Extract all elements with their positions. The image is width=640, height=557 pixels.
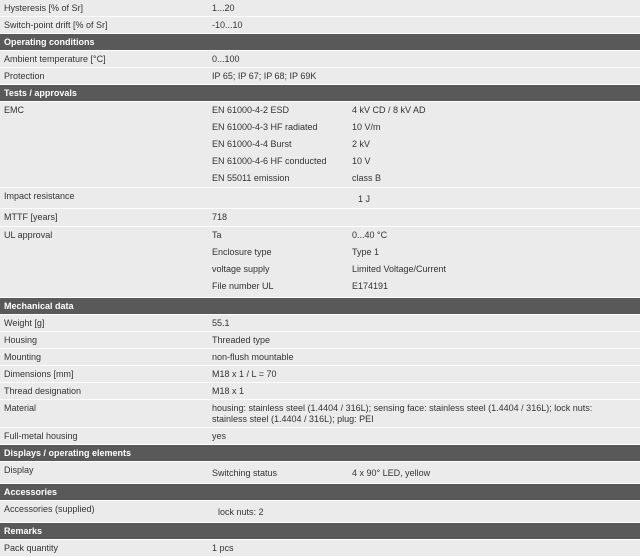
ul-item: voltage supply Limited Voltage/Current: [212, 261, 640, 278]
section-accessories: Accessories: [0, 484, 640, 501]
emc-value: 10 V/m: [352, 122, 381, 132]
row-full-metal-housing: Full-metal housing yes: [0, 428, 640, 445]
row-ul-approval: UL approval Ta 0...40 °C Enclosure type …: [0, 227, 640, 298]
row-material: Material housing: stainless steel (1.440…: [0, 400, 640, 428]
row-switch-point-drift: Switch-point drift [% of Sr] -10...10: [0, 17, 640, 34]
ul-details: Ta 0...40 °C Enclosure type Type 1 volta…: [212, 227, 640, 295]
ul-key: File number UL: [212, 281, 274, 291]
row-label: Switch-point drift [% of Sr]: [4, 20, 108, 30]
emc-value: 2 kV: [352, 139, 371, 149]
row-label: MTTF [years]: [4, 212, 58, 222]
row-mounting: Mounting non-flush mountable: [0, 349, 640, 366]
row-label: Thread designation: [4, 386, 82, 396]
ul-key: Enclosure type: [212, 247, 272, 257]
row-value: lock nuts: 2: [218, 507, 264, 517]
row-value: 1 J: [358, 194, 371, 204]
ul-value: 0...40 °C: [352, 230, 388, 240]
row-accessories-supplied: Accessories (supplied) lock nuts: 2: [0, 501, 640, 523]
ul-item: File number UL E174191: [212, 278, 640, 295]
row-weight: Weight [g] 55.1: [0, 315, 640, 332]
row-value: yes: [212, 431, 227, 441]
emc-value: 10 V: [352, 156, 371, 166]
row-value: Threaded type: [212, 335, 271, 345]
display-details: Switching status 4 x 90° LED, yellow: [212, 462, 640, 482]
emc-standard: EN 61000-4-4 Burst: [212, 139, 292, 149]
row-value: 1...20: [212, 3, 235, 13]
emc-value: class B: [352, 173, 382, 183]
row-label: Pack quantity: [4, 543, 59, 553]
ul-key: voltage supply: [212, 264, 270, 274]
row-value: 0...100: [212, 54, 240, 64]
row-label: UL approval: [4, 230, 53, 240]
ul-key: Ta: [212, 230, 222, 240]
display-value: 4 x 90° LED, yellow: [352, 468, 431, 478]
row-display: Display Switching status 4 x 90° LED, ye…: [0, 462, 640, 484]
row-value: non-flush mountable: [212, 352, 294, 362]
emc-item: EN 61000-4-2 ESD 4 kV CD / 8 kV AD: [212, 102, 640, 119]
row-label: EMC: [4, 105, 24, 115]
row-value: housing: stainless steel (1.4404 / 316L)…: [212, 403, 593, 424]
row-label: Protection: [4, 71, 45, 81]
emc-standard: EN 61000-4-2 ESD: [212, 105, 290, 115]
emc-item: EN 61000-4-4 Burst 2 kV: [212, 136, 640, 153]
emc-standard: EN 55011 emission: [212, 173, 290, 183]
row-protection: Protection IP 65; IP 67; IP 68; IP 69K: [0, 68, 640, 85]
row-housing: Housing Threaded type: [0, 332, 640, 349]
row-value: 718: [212, 212, 228, 222]
row-label: Display: [4, 465, 34, 475]
emc-item: EN 61000-4-3 HF radiated 10 V/m: [212, 119, 640, 136]
row-impact-resistance: Impact resistance 1 J: [0, 188, 640, 209]
ul-value: Limited Voltage/Current: [352, 264, 447, 274]
section-remarks: Remarks: [0, 523, 640, 540]
ul-item: Enclosure type Type 1: [212, 244, 640, 261]
emc-standard: EN 61000-4-3 HF radiated: [212, 122, 318, 132]
row-hysteresis: Hysteresis [% of Sr] 1...20: [0, 0, 640, 17]
row-label: Ambient temperature [°C]: [4, 54, 106, 64]
row-label: Accessories (supplied): [4, 504, 95, 514]
emc-item: EN 55011 emission class B: [212, 170, 640, 187]
section-displays: Displays / operating elements: [0, 445, 640, 462]
row-thread-designation: Thread designation M18 x 1: [0, 383, 640, 400]
row-mttf: MTTF [years] 718: [0, 209, 640, 227]
section-mechanical-data: Mechanical data: [0, 298, 640, 315]
display-key: Switching status: [212, 468, 278, 478]
ul-item: Ta 0...40 °C: [212, 227, 640, 244]
row-label: Impact resistance: [4, 191, 75, 201]
row-label: Weight [g]: [4, 318, 45, 328]
ul-value: Type 1: [352, 247, 380, 257]
display-item: Switching status 4 x 90° LED, yellow: [212, 465, 640, 482]
row-label: Mounting: [4, 352, 42, 362]
row-value: 1 pcs: [212, 543, 234, 553]
ul-value: E174191: [352, 281, 389, 291]
row-emc: EMC EN 61000-4-2 ESD 4 kV CD / 8 kV AD E…: [0, 102, 640, 188]
row-value: M18 x 1 / L = 70: [212, 369, 277, 379]
row-label: Dimensions [mm]: [4, 369, 74, 379]
row-dimensions: Dimensions [mm] M18 x 1 / L = 70: [0, 366, 640, 383]
emc-value: 4 kV CD / 8 kV AD: [352, 105, 426, 115]
row-value: 55.1: [212, 318, 230, 328]
row-ambient-temperature: Ambient temperature [°C] 0...100: [0, 51, 640, 68]
row-label: Hysteresis [% of Sr]: [4, 3, 84, 13]
emc-item: EN 61000-4-6 HF conducted 10 V: [212, 153, 640, 170]
row-label: Material: [4, 403, 37, 413]
row-pack-quantity: Pack quantity 1 pcs: [0, 540, 640, 557]
product-datasheet: Hysteresis [% of Sr] 1...20 Switch-point…: [0, 0, 640, 557]
emc-standard: EN 61000-4-6 HF conducted: [212, 156, 327, 166]
row-label: Housing: [4, 335, 38, 345]
row-value: M18 x 1: [212, 386, 245, 396]
row-label: Full-metal housing: [4, 431, 78, 441]
row-value: IP 65; IP 67; IP 68; IP 69K: [212, 71, 317, 81]
section-operating-conditions: Operating conditions: [0, 34, 640, 51]
emc-details: EN 61000-4-2 ESD 4 kV CD / 8 kV AD EN 61…: [212, 102, 640, 187]
row-value: -10...10: [212, 20, 243, 30]
section-tests-approvals: Tests / approvals: [0, 85, 640, 102]
